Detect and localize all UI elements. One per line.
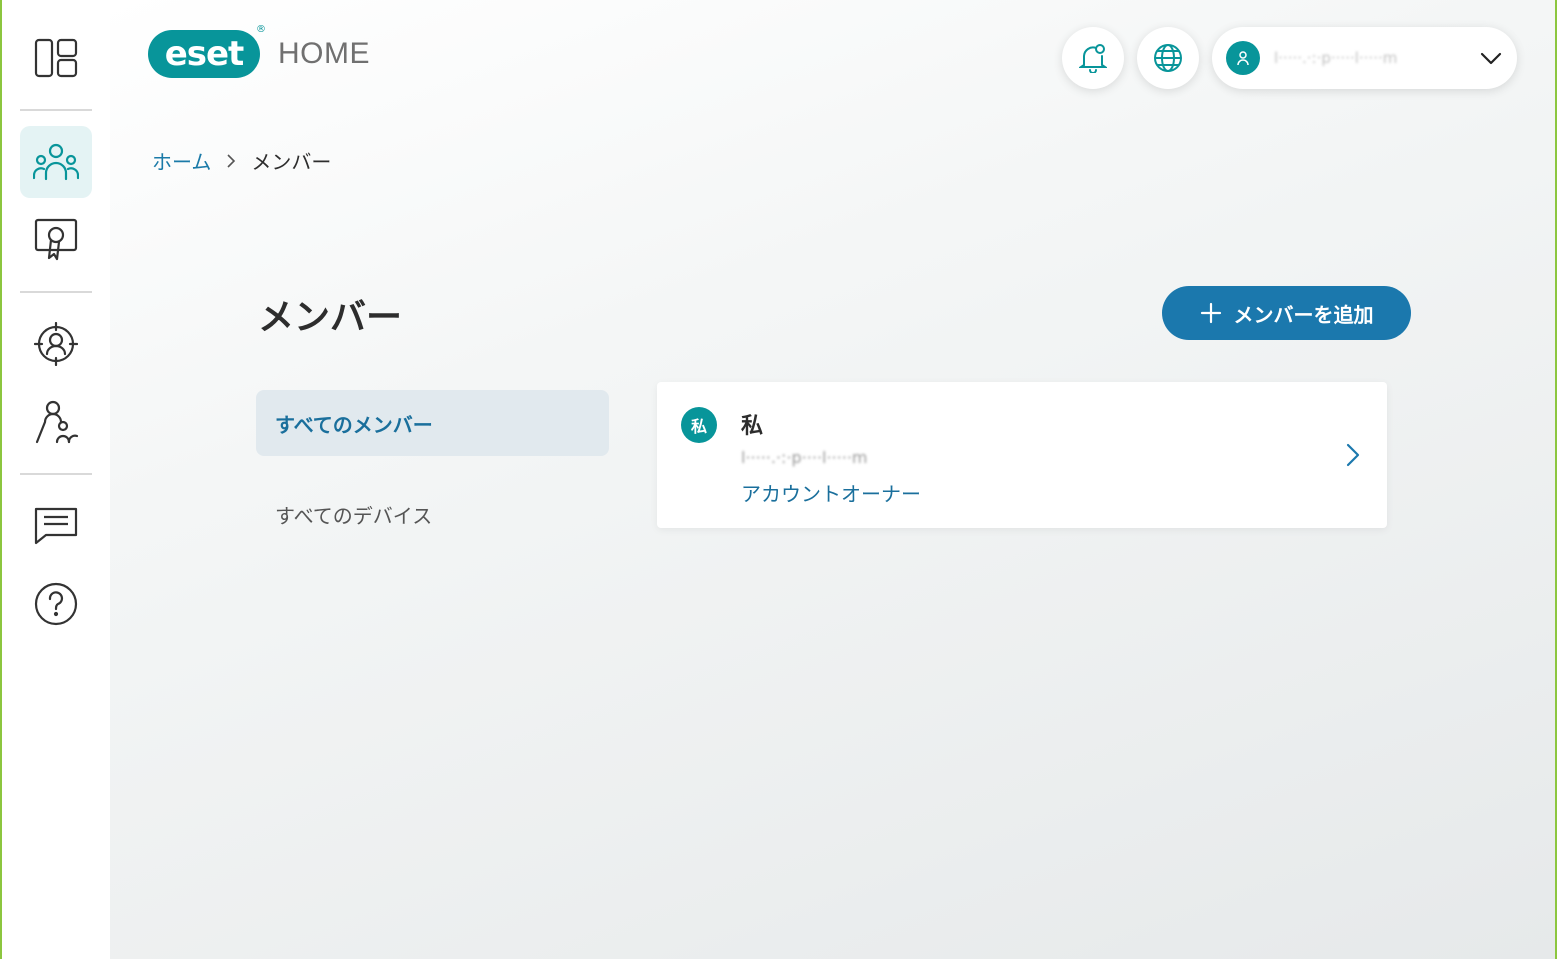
breadcrumb: ホーム メンバー xyxy=(152,146,331,175)
eset-logo-badge: eset ® xyxy=(148,24,266,78)
brand-text: eset xyxy=(164,34,245,74)
sidebar-item-anti-theft[interactable] xyxy=(20,308,92,380)
anti-theft-icon xyxy=(34,322,78,366)
help-icon xyxy=(34,582,78,626)
sidebar-item-parental-control[interactable] xyxy=(20,386,92,458)
member-email: l·····.·:·p····l·····m xyxy=(741,448,868,467)
sidebar-divider xyxy=(20,109,92,111)
sidebar-item-help[interactable] xyxy=(20,568,92,640)
member-name: 私 xyxy=(741,414,764,439)
plus-icon xyxy=(1200,302,1221,324)
sidebar-divider xyxy=(20,473,92,475)
globe-icon xyxy=(1154,44,1182,72)
account-menu[interactable]: l·····.·:·p·····l·····m xyxy=(1212,27,1517,89)
add-member-button[interactable]: メンバーを追加 xyxy=(1162,286,1411,340)
nav-all-devices[interactable]: すべてのデバイス xyxy=(275,500,432,529)
chevron-right-icon[interactable] xyxy=(1345,442,1361,468)
sidebar-item-licenses[interactable] xyxy=(20,204,92,276)
license-icon xyxy=(34,218,78,261)
sidebar-divider xyxy=(20,291,92,293)
sidebar-item-dashboard[interactable] xyxy=(20,22,92,94)
breadcrumb-current: メンバー xyxy=(251,150,332,174)
product-name: HOME xyxy=(278,37,370,70)
family-icon xyxy=(35,400,79,444)
member-card[interactable]: 私 私 l·····.·:·p····l·····m アカウントオーナー xyxy=(657,382,1387,528)
chevron-down-icon[interactable] xyxy=(1479,47,1503,69)
sidebar xyxy=(2,0,110,959)
page-title: メンバー xyxy=(258,297,403,338)
member-avatar: 私 xyxy=(681,407,717,443)
dashboard-icon xyxy=(34,38,78,78)
add-member-label: メンバーを追加 xyxy=(1233,302,1374,327)
people-icon xyxy=(33,143,79,181)
sidebar-item-members[interactable] xyxy=(20,126,92,198)
chevron-right-icon xyxy=(225,153,237,169)
main-content: eset ® HOME l·····.·:·p·····l·····m ホーム … xyxy=(110,0,1555,959)
language-button[interactable] xyxy=(1137,27,1199,89)
notifications-button[interactable] xyxy=(1062,27,1124,89)
bell-icon xyxy=(1079,44,1107,73)
member-role: アカウントオーナー xyxy=(741,482,921,506)
sidebar-item-feedback[interactable] xyxy=(20,489,92,561)
account-email: l·····.·:·p·····l·····m xyxy=(1274,49,1398,67)
registered-mark: ® xyxy=(256,24,266,35)
breadcrumb-home-link[interactable]: ホーム xyxy=(152,146,211,175)
eset-home-logo[interactable]: eset ® HOME xyxy=(148,24,370,78)
account-avatar xyxy=(1226,41,1260,75)
user-icon xyxy=(1237,51,1249,66)
nav-all-members[interactable]: すべてのメンバー xyxy=(256,390,609,456)
chat-icon xyxy=(34,507,78,545)
